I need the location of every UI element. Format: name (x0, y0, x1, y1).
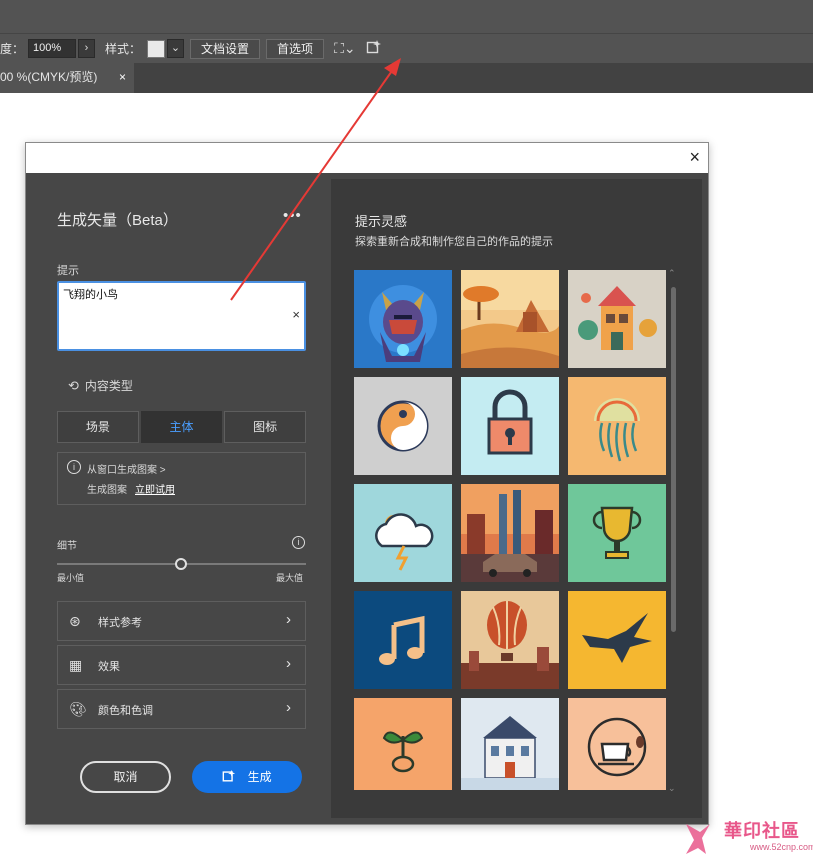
inspiration-tile-jellyfish[interactable] (568, 377, 666, 475)
pattern-hint-card: i 从窗口生成图案 > 生成图案 立即试用 (57, 452, 306, 505)
generate-label: 生成 (247, 770, 272, 784)
inspiration-tile-balloon[interactable] (461, 591, 559, 689)
generate-vector-dialog: × 生成矢量（Beta） ••• 提示 飞翔的小鸟 × ⟲ 内容类型 场景 主体 … (25, 142, 709, 825)
content-type-segmented-control: 场景 主体 图标 (57, 411, 307, 443)
inspiration-tile-trophy[interactable] (568, 484, 666, 582)
detail-info-icon[interactable]: i (292, 536, 305, 549)
preferences-button[interactable]: 首选项 (266, 38, 325, 59)
inspiration-tile-music[interactable] (354, 591, 452, 689)
control-bar: 度： 100% › 样式： ⌄ 文档设置 首选项 ⛶⌄ (0, 33, 813, 63)
opacity-input[interactable]: 100% (28, 39, 77, 58)
prompt-input[interactable]: 飞翔的小鸟 × (57, 281, 306, 351)
dialog-body: 生成矢量（Beta） ••• 提示 飞翔的小鸟 × ⟲ 内容类型 场景 主体 图标… (26, 173, 708, 824)
inspiration-tile-lock[interactable] (461, 377, 559, 475)
detail-label: 细节 (57, 541, 77, 552)
document-tab[interactable]: 00 %(CMYK/预览) × (0, 63, 134, 93)
inspiration-tile-coffee[interactable] (568, 698, 666, 790)
inspiration-tile-house[interactable] (568, 270, 666, 368)
inspiration-tile-city[interactable] (461, 484, 559, 582)
document-settings-button[interactable]: 文档设置 (190, 38, 261, 59)
app-menubar (0, 0, 813, 33)
color-tone-row[interactable]: 🎨︎ 颜色和色调 › (57, 689, 306, 729)
generate-button[interactable]: 生成 (192, 761, 302, 793)
inspiration-subtitle: 探索重新合成和制作您自己的作品的提示 (355, 236, 553, 248)
slider-max-label: 最大值 (276, 573, 304, 583)
slider-min-label: 最小值 (57, 573, 85, 583)
style-swatch[interactable] (147, 39, 166, 58)
opacity-arrow-button[interactable]: › (78, 39, 96, 58)
detail-slider-thumb[interactable] (175, 558, 187, 570)
inspiration-panel: 提示灵感 探索重新合成和制作您自己的作品的提示 ⌃ ⌄ (331, 179, 702, 818)
prompt-text: 飞翔的小鸟 (63, 289, 118, 301)
dialog-close-icon[interactable]: × (689, 147, 700, 168)
effects-icon: ▦ (69, 657, 83, 673)
inspiration-grid (354, 270, 666, 790)
style-reference-icon: ⊛ (69, 613, 81, 629)
inspiration-tile-mansion[interactable] (461, 698, 559, 790)
content-type-header: ⟲ 内容类型 (68, 377, 133, 394)
hint-line-2: 生成图案 立即试用 (87, 481, 175, 496)
effects-label: 效果 (98, 661, 120, 673)
chevron-right-icon: › (286, 655, 291, 672)
palette-icon: 🎨︎ (69, 701, 87, 717)
effects-row[interactable]: ▦ 效果 › (57, 645, 306, 685)
generate-icon (222, 769, 239, 784)
content-type-label: 内容类型 (84, 379, 133, 393)
document-tab-bar: 00 %(CMYK/预览) × (0, 63, 813, 93)
tab-close-icon[interactable]: × (119, 63, 126, 91)
inspiration-tile-samurai[interactable] (354, 270, 452, 368)
cancel-button[interactable]: 取消 (80, 761, 171, 793)
info-icon: i (67, 460, 81, 474)
inspiration-title: 提示灵感 (355, 214, 408, 229)
inspiration-tile-yinyang[interactable] (354, 377, 452, 475)
clear-prompt-icon[interactable]: × (292, 307, 300, 322)
inspiration-tile-weather[interactable] (354, 484, 452, 582)
style-reference-label: 样式参考 (98, 617, 142, 629)
scroll-up-icon[interactable]: ⌃ (668, 268, 676, 279)
segment-scene[interactable]: 场景 (57, 411, 139, 443)
style-reference-row[interactable]: ⊛ 样式参考 › (57, 601, 306, 641)
style-label: 样式： (105, 42, 142, 56)
content-type-icon: ⟲ (68, 378, 79, 393)
grid-scrollbar[interactable] (671, 287, 676, 632)
dialog-title: 生成矢量（Beta） (57, 212, 178, 229)
inspiration-tile-desert[interactable] (461, 270, 559, 368)
generate-vector-icon[interactable] (366, 39, 382, 58)
chevron-right-icon: › (286, 699, 291, 716)
prompt-label: 提示 (57, 265, 79, 277)
inspiration-tile-sprout[interactable] (354, 698, 452, 790)
try-now-link[interactable]: 立即试用 (135, 485, 175, 496)
chevron-right-icon: › (286, 611, 291, 628)
color-tone-label: 颜色和色调 (98, 705, 153, 717)
watermark-text: 華印社區 (724, 821, 800, 842)
settings-panel: 生成矢量（Beta） ••• 提示 飞翔的小鸟 × ⟲ 内容类型 场景 主体 图标… (26, 173, 331, 824)
inspiration-tile-bird[interactable] (568, 591, 666, 689)
scroll-down-icon[interactable]: ⌄ (668, 783, 676, 794)
generate-pattern-link[interactable]: 从窗口生成图案 > (87, 461, 166, 476)
style-dropdown-button[interactable]: ⌄ (167, 39, 185, 58)
segment-icon[interactable]: 图标 (224, 411, 307, 443)
align-tool-icon[interactable]: ⛶⌄ (334, 40, 356, 57)
segment-subject[interactable]: 主体 (140, 411, 223, 443)
more-options-icon[interactable]: ••• (283, 207, 302, 224)
document-tab-label: 00 %(CMYK/预览) (0, 70, 98, 84)
opacity-label: 度： (0, 42, 25, 56)
hint-prefix: 生成图案 (87, 485, 127, 496)
watermark-url: www.52cnp.com (750, 842, 813, 852)
